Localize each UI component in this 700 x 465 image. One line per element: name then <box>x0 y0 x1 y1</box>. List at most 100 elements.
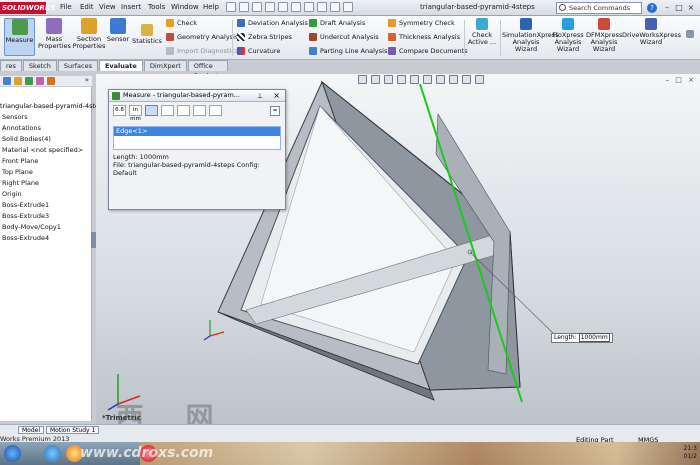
close-button[interactable]: × <box>686 2 696 13</box>
undo-icon[interactable] <box>291 2 301 12</box>
rebuild-icon[interactable] <box>317 2 327 12</box>
projected-on-button[interactable] <box>177 105 190 116</box>
simulationxpress-button[interactable]: SimulationXpress Analysis Wizard <box>502 18 559 53</box>
start-button-icon[interactable] <box>4 445 21 462</box>
help-icon[interactable]: ? <box>647 3 657 13</box>
tab-model[interactable]: Model <box>18 426 45 434</box>
search-input[interactable]: Search Commands <box>556 2 642 14</box>
menu-tools[interactable]: Tools <box>148 3 165 11</box>
measure-button[interactable]: Measure <box>4 18 35 56</box>
tree-item-body-move-copy1[interactable]: Body-Move/Copy1 <box>2 223 61 231</box>
file-properties-icon[interactable] <box>330 2 340 12</box>
home-icon[interactable] <box>226 2 236 12</box>
statistics-button[interactable]: Statistics <box>132 24 162 45</box>
tree-item-front-plane[interactable]: Front Plane <box>2 157 38 165</box>
tab-office-products[interactable]: Office Products <box>187 60 228 80</box>
measurement-history-button[interactable] <box>193 105 206 116</box>
tree-item-boss-extrude1[interactable]: Boss-Extrude1 <box>2 201 49 209</box>
measure-dialog-title-bar[interactable]: Measure - triangular-based-pyram... ⊥ × <box>109 90 285 102</box>
tree-item-material[interactable]: Material <not specified> <box>2 146 83 154</box>
draft-analysis-button[interactable]: Draft Analysis <box>309 19 365 27</box>
curvature-button[interactable]: Curvature <box>237 47 280 55</box>
tree-item-annotations[interactable]: Annotations <box>2 124 41 132</box>
arc-circle-measurements-button[interactable]: 6.8 <box>113 105 126 116</box>
thickness-analysis-button[interactable]: Thickness Analysis <box>388 33 460 41</box>
print-icon[interactable] <box>278 2 288 12</box>
apply-scene-icon[interactable] <box>462 75 471 84</box>
edit-appearance-icon[interactable] <box>449 75 458 84</box>
close-icon[interactable]: × <box>273 90 280 101</box>
system-clock[interactable]: 21:3 01/2 <box>684 445 697 461</box>
menu-view[interactable]: View <box>99 3 116 11</box>
tab-motion-study[interactable]: Motion Study 1 <box>46 426 100 434</box>
view-settings-icon[interactable] <box>475 75 484 84</box>
new-document-icon[interactable] <box>239 2 249 12</box>
menu-window[interactable]: Window <box>171 3 199 11</box>
tree-item-sensors[interactable]: Sensors <box>2 113 28 121</box>
geometry-analysis-button[interactable]: Geometry Analysis <box>166 33 238 41</box>
section-properties-button[interactable]: Section Properties <box>72 18 106 50</box>
tree-item-origin[interactable]: Origin <box>2 190 22 198</box>
options-gear-icon[interactable] <box>343 2 353 12</box>
sensor-button[interactable]: Sensor <box>106 18 130 43</box>
selected-edge-item[interactable]: Edge<1> <box>114 127 280 136</box>
tab-sketch[interactable]: Sketch <box>22 60 57 71</box>
tree-item-top-plane[interactable]: Top Plane <box>2 168 33 176</box>
deviation-analysis-button[interactable]: Deviation Analysis <box>237 19 308 27</box>
driveworksxpress-button[interactable]: DriveWorksXpress Wizard <box>622 18 681 46</box>
viewport-window-controls[interactable]: – □ × <box>666 76 696 84</box>
point-to-point-button[interactable] <box>161 105 174 116</box>
tree-root-part[interactable]: triangular-based-pyramid-4steps <box>0 102 107 110</box>
ribbon-overflow-button[interactable] <box>684 30 696 40</box>
mass-properties-button[interactable]: Mass Properties <box>38 18 71 50</box>
maximize-button[interactable]: □ <box>674 2 684 13</box>
previous-view-icon[interactable] <box>384 75 393 84</box>
zebra-stripes-button[interactable]: Zebra Stripes <box>237 33 292 41</box>
display-style-icon[interactable] <box>423 75 432 84</box>
compare-documents-button[interactable]: Compare Documents <box>388 47 468 55</box>
configuration-manager-icon[interactable] <box>25 77 33 85</box>
zoom-area-icon[interactable] <box>371 75 380 84</box>
dfmxpress-button[interactable]: DFMXpress Analysis Wizard <box>586 18 622 53</box>
floxpress-button[interactable]: FloXpress Analysis Wizard <box>552 18 584 53</box>
explorer-taskbar-icon[interactable] <box>44 445 61 462</box>
undercut-analysis-button[interactable]: Undercut Analysis <box>309 33 379 41</box>
save-icon[interactable] <box>265 2 275 12</box>
solidworks-logo[interactable]: SOLIDWORKS <box>0 2 55 14</box>
import-diagnostics-button[interactable]: Import Diagnostics <box>166 47 238 55</box>
menu-edit[interactable]: Edit <box>80 3 94 11</box>
parting-line-analysis-button[interactable]: Parting Line Analysis <box>309 47 387 55</box>
symmetry-check-button[interactable]: Symmetry Check <box>388 19 455 27</box>
menu-insert[interactable]: Insert <box>121 3 141 11</box>
zoom-to-fit-icon[interactable] <box>358 75 367 84</box>
tab-features[interactable]: res <box>0 60 22 71</box>
tab-evaluate[interactable]: Evaluate <box>98 60 143 71</box>
show-xyz-measurements-button[interactable] <box>145 105 158 116</box>
section-view-icon[interactable] <box>397 75 406 84</box>
select-arrow-icon[interactable] <box>304 2 314 12</box>
feature-tree-icon[interactable] <box>3 77 11 85</box>
display-manager-icon[interactable] <box>47 77 55 85</box>
check-button[interactable]: Check <box>166 19 197 27</box>
measure-selection-list[interactable]: Edge<1> <box>113 126 281 150</box>
create-sensor-button[interactable] <box>209 105 222 116</box>
menu-help[interactable]: Help <box>203 3 219 11</box>
tab-surfaces[interactable]: Surfaces <box>57 60 98 71</box>
open-folder-icon[interactable] <box>252 2 262 12</box>
dimxpert-manager-icon[interactable] <box>36 77 44 85</box>
tree-item-solid-bodies[interactable]: Solid Bodies(4) <box>2 135 51 143</box>
property-manager-icon[interactable] <box>14 77 22 85</box>
collapse-dialog-icon[interactable]: ≈ <box>270 106 280 116</box>
units-precision-button[interactable]: in mm <box>129 105 142 122</box>
tree-item-right-plane[interactable]: Right Plane <box>2 179 39 187</box>
tree-item-boss-extrude4[interactable]: Boss-Extrude4 <box>2 234 49 242</box>
pin-icon[interactable]: ⊥ <box>257 91 263 102</box>
menu-file[interactable]: File <box>60 3 72 11</box>
length-callout[interactable]: Length: 1000mm <box>551 333 613 343</box>
tree-item-boss-extrude3[interactable]: Boss-Extrude3 <box>2 212 49 220</box>
view-orientation-icon[interactable] <box>410 75 419 84</box>
minimize-button[interactable]: – <box>662 2 672 13</box>
check-active-button[interactable]: Check Active ... <box>466 18 498 46</box>
hide-show-items-icon[interactable] <box>436 75 445 84</box>
tab-dimxpert[interactable]: DimXpert <box>143 60 187 71</box>
